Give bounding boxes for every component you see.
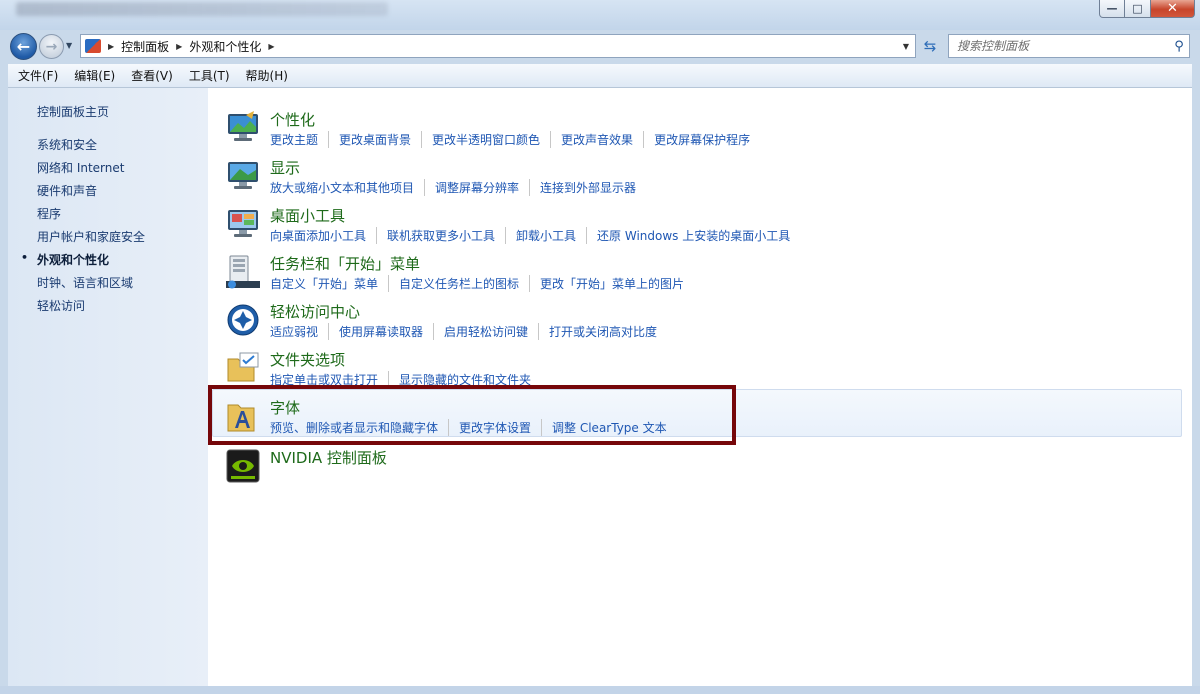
sidebar-item-hardware-sound[interactable]: 硬件和声音 bbox=[37, 182, 97, 199]
link-restore-gadgets[interactable]: 还原 Windows 上安装的桌面小工具 bbox=[586, 227, 790, 244]
refresh-icon: ⇆ bbox=[923, 37, 937, 55]
forward-arrow-icon: → bbox=[45, 38, 58, 55]
category-desktop-gadgets: 桌面小工具 向桌面添加小工具 联机获取更多小工具 卸载小工具 还原 Window… bbox=[208, 205, 1192, 253]
link-resolution[interactable]: 调整屏幕分辨率 bbox=[424, 179, 519, 196]
link-taskbar-icons[interactable]: 自定义任务栏上的图标 bbox=[388, 275, 519, 292]
link-external-display[interactable]: 连接到外部显示器 bbox=[529, 179, 636, 196]
search-box: ⚲ bbox=[948, 34, 1190, 58]
menu-help[interactable]: 帮助(H) bbox=[236, 67, 294, 84]
minimize-button[interactable]: — bbox=[1099, 0, 1125, 18]
refresh-button[interactable]: ⇆ bbox=[918, 34, 942, 58]
link-sound-effects[interactable]: 更改声音效果 bbox=[550, 131, 633, 148]
link-customize-start[interactable]: 自定义「开始」菜单 bbox=[270, 275, 378, 292]
category-title[interactable]: 任务栏和「开始」菜单 bbox=[270, 253, 420, 274]
category-links: 自定义「开始」菜单 自定义任务栏上的图标 更改「开始」菜单上的图片 bbox=[270, 275, 684, 292]
sidebar-item-clock-language[interactable]: 时钟、语言和区域 bbox=[37, 274, 133, 291]
link-screen-saver[interactable]: 更改屏幕保护程序 bbox=[643, 131, 750, 148]
category-title[interactable]: 文件夹选项 bbox=[270, 349, 345, 370]
link-high-contrast[interactable]: 打开或关闭高对比度 bbox=[538, 323, 657, 340]
forward-button[interactable]: → bbox=[39, 34, 64, 59]
sidebar-item-programs[interactable]: 程序 bbox=[37, 205, 61, 222]
back-button[interactable]: ← bbox=[10, 33, 37, 60]
link-online-gadgets[interactable]: 联机获取更多小工具 bbox=[376, 227, 495, 244]
nvidia-icon[interactable] bbox=[226, 449, 260, 483]
menu-view[interactable]: 查看(V) bbox=[121, 67, 179, 84]
category-taskbar-start: 任务栏和「开始」菜单 自定义「开始」菜单 自定义任务栏上的图标 更改「开始」菜单… bbox=[208, 253, 1192, 301]
link-change-background[interactable]: 更改桌面背景 bbox=[328, 131, 411, 148]
search-input[interactable] bbox=[949, 39, 1169, 53]
category-nvidia: NVIDIA 控制面板 bbox=[208, 447, 1192, 495]
category-links: 放大或缩小文本和其他项目 调整屏幕分辨率 连接到外部显示器 bbox=[270, 179, 636, 196]
breadcrumb-separator-icon[interactable]: ▶ bbox=[108, 42, 114, 51]
link-uninstall-gadgets[interactable]: 卸载小工具 bbox=[505, 227, 576, 244]
recent-pages-dropdown-icon[interactable]: ▼ bbox=[66, 41, 72, 50]
address-dropdown-icon[interactable]: ▼ bbox=[897, 35, 915, 57]
sidebar-item-appearance: 外观和个性化 bbox=[37, 253, 110, 267]
sidebar-item-system-security[interactable]: 系统和安全 bbox=[37, 136, 97, 153]
address-bar[interactable]: ▶ 控制面板 ▶ 外观和个性化 ▶ ▼ bbox=[80, 34, 916, 58]
navigation-bar: ← → ▼ ▶ 控制面板 ▶ 外观和个性化 ▶ ▼ ⇆ ⚲ bbox=[0, 30, 1200, 64]
menu-edit[interactable]: 编辑(E) bbox=[64, 67, 121, 84]
link-text-size[interactable]: 放大或缩小文本和其他项目 bbox=[270, 179, 414, 196]
link-start-picture[interactable]: 更改「开始」菜单上的图片 bbox=[529, 275, 684, 292]
window-frame-bottom bbox=[0, 686, 1200, 694]
maximize-button[interactable]: □ bbox=[1125, 0, 1151, 18]
link-add-gadgets[interactable]: 向桌面添加小工具 bbox=[270, 227, 366, 244]
category-ease-of-access: 轻松访问中心 适应弱视 使用屏幕读取器 启用轻松访问键 打开或关闭高对比度 bbox=[208, 301, 1192, 349]
category-links: 适应弱视 使用屏幕读取器 启用轻松访问键 打开或关闭高对比度 bbox=[270, 323, 657, 340]
current-item-bullet-icon: • bbox=[21, 251, 29, 264]
breadcrumb-control-panel[interactable]: 控制面板 bbox=[121, 38, 169, 55]
title-bar: — □ ✕ bbox=[0, 0, 1200, 30]
category-title[interactable]: 轻松访问中心 bbox=[270, 301, 360, 322]
category-personalization: 个性化 更改主题 更改桌面背景 更改半透明窗口颜色 更改声音效果 更改屏幕保护程… bbox=[208, 109, 1192, 157]
link-change-theme[interactable]: 更改主题 bbox=[270, 131, 318, 148]
category-display: 显示 放大或缩小文本和其他项目 调整屏幕分辨率 连接到外部显示器 bbox=[208, 157, 1192, 205]
sidebar-item-network[interactable]: 网络和 Internet bbox=[37, 159, 124, 176]
close-button[interactable]: ✕ bbox=[1151, 0, 1195, 18]
link-window-color[interactable]: 更改半透明窗口颜色 bbox=[421, 131, 540, 148]
control-panel-icon bbox=[85, 39, 101, 53]
breadcrumb-separator-icon[interactable]: ▶ bbox=[176, 42, 182, 51]
blurred-window-title bbox=[16, 2, 388, 16]
category-title[interactable]: NVIDIA 控制面板 bbox=[270, 447, 387, 468]
breadcrumb-appearance[interactable]: 外观和个性化 bbox=[189, 38, 261, 55]
link-screen-reader[interactable]: 使用屏幕读取器 bbox=[328, 323, 423, 340]
category-title[interactable]: 个性化 bbox=[270, 109, 315, 130]
link-access-keys[interactable]: 启用轻松访问键 bbox=[433, 323, 528, 340]
folder-options-icon[interactable] bbox=[226, 351, 260, 385]
window-controls: — □ ✕ bbox=[1099, 0, 1195, 18]
breadcrumb-separator-icon[interactable]: ▶ bbox=[268, 42, 274, 51]
display-monitor-icon[interactable] bbox=[226, 159, 260, 193]
fonts-highlight-box bbox=[208, 385, 736, 445]
category-title[interactable]: 显示 bbox=[270, 157, 300, 178]
category-links: 更改主题 更改桌面背景 更改半透明窗口颜色 更改声音效果 更改屏幕保护程序 bbox=[270, 131, 750, 148]
menu-tools[interactable]: 工具(T) bbox=[179, 67, 236, 84]
sidebar: 控制面板主页 系统和安全 网络和 Internet 硬件和声音 程序 用户帐户和… bbox=[8, 88, 208, 686]
personalization-monitor-icon[interactable] bbox=[226, 111, 260, 145]
desktop-gadgets-icon[interactable] bbox=[226, 207, 260, 241]
link-low-vision[interactable]: 适应弱视 bbox=[270, 323, 318, 340]
menu-file[interactable]: 文件(F) bbox=[8, 67, 64, 84]
back-arrow-icon: ← bbox=[16, 37, 31, 56]
category-links: 向桌面添加小工具 联机获取更多小工具 卸载小工具 还原 Windows 上安装的… bbox=[270, 227, 790, 244]
taskbar-start-menu-icon[interactable] bbox=[226, 255, 260, 289]
sidebar-item-ease-of-access[interactable]: 轻松访问 bbox=[37, 297, 85, 314]
ease-of-access-icon[interactable] bbox=[226, 303, 260, 337]
category-title[interactable]: 桌面小工具 bbox=[270, 205, 345, 226]
sidebar-home-link[interactable]: 控制面板主页 bbox=[37, 103, 109, 120]
sidebar-item-user-accounts[interactable]: 用户帐户和家庭安全 bbox=[37, 228, 145, 245]
search-icon[interactable]: ⚲ bbox=[1169, 39, 1189, 54]
menu-bar: 文件(F) 编辑(E) 查看(V) 工具(T) 帮助(H) bbox=[8, 64, 1192, 88]
